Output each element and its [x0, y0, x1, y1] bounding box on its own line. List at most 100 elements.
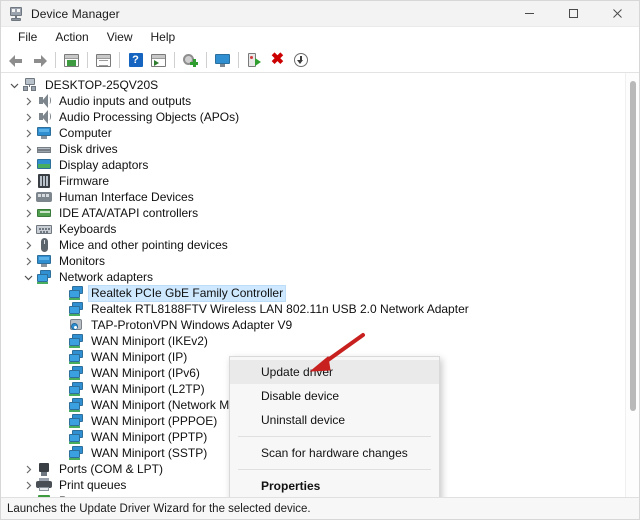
tree-item[interactable]: Monitors [1, 253, 625, 269]
close-button[interactable] [595, 1, 639, 27]
tree-item-label: TAP-ProtonVPN Windows Adapter V9 [91, 317, 293, 332]
tree-item[interactable]: Firmware [1, 173, 625, 189]
disable-down-arrow-icon [293, 53, 308, 67]
keyboard-icon [36, 222, 52, 236]
forward-button[interactable] [28, 49, 51, 71]
toolbar-separator [174, 52, 175, 68]
tree-item[interactable]: Mice and other pointing devices [1, 237, 625, 253]
tree-item[interactable]: TAP-ProtonVPN Windows Adapter V9 [1, 317, 625, 333]
enable-device-button[interactable] [243, 49, 266, 71]
chevron-right-icon[interactable] [21, 129, 36, 138]
tree-item[interactable]: Computer [1, 125, 625, 141]
disable-device-button[interactable] [289, 49, 312, 71]
menu-file[interactable]: File [9, 28, 46, 47]
tree-item[interactable]: IDE ATA/ATAPI controllers [1, 205, 625, 221]
maximize-button[interactable] [551, 1, 595, 27]
uninstall-x-icon: ✖ [270, 51, 285, 68]
chevron-right-icon[interactable] [21, 113, 36, 122]
chevron-right-icon[interactable] [21, 177, 36, 186]
minimize-button[interactable] [507, 1, 551, 27]
tree-item[interactable]: Network adapters [1, 269, 625, 285]
chevron-right-icon[interactable] [21, 145, 36, 154]
context-menu-item[interactable]: Uninstall device [230, 408, 439, 432]
back-button[interactable] [5, 49, 28, 71]
tree-item-label: WAN Miniport (IKEv2) [91, 333, 208, 348]
window-controls [507, 1, 639, 27]
tree-item[interactable]: Human Interface Devices [1, 189, 625, 205]
toolbar-separator [55, 52, 56, 68]
scan-for-hardware-changes-button[interactable] [211, 49, 234, 71]
vertical-scrollbar[interactable] [625, 73, 639, 497]
context-menu-separator [238, 469, 431, 470]
context-menu-item[interactable]: Update driver [230, 360, 439, 384]
toolbar-separator [119, 52, 120, 68]
tree-item[interactable]: Disk drives [1, 141, 625, 157]
scan-monitor-icon [215, 53, 230, 67]
tree-item-label: Audio inputs and outputs [59, 93, 192, 108]
chevron-right-icon[interactable] [21, 161, 36, 170]
chevron-right-icon[interactable] [21, 241, 36, 250]
tree-item-label: Human Interface Devices [59, 189, 194, 204]
network-adapter-icon [68, 414, 84, 428]
toolbar-separator [238, 52, 239, 68]
tree-item[interactable]: Realtek RTL8188FTV Wireless LAN 802.11n … [1, 301, 625, 317]
chevron-right-icon[interactable] [21, 497, 36, 498]
menu-view[interactable]: View [98, 28, 142, 47]
tree-item-selected[interactable]: Realtek PCIe GbE Family Controller [1, 284, 625, 302]
chevron-right-icon[interactable] [21, 225, 36, 234]
show-hide-console-tree-button[interactable] [60, 49, 83, 71]
tree-item-label: Ports (COM & LPT) [59, 461, 164, 476]
uninstall-device-button[interactable]: ✖ [266, 49, 289, 71]
context-menu-item[interactable]: Scan for hardware changes [230, 441, 439, 465]
network-adapter-icon [68, 334, 84, 348]
tree-item-label: WAN Miniport (PPPOE) [91, 413, 218, 428]
chevron-down-icon[interactable] [7, 81, 22, 90]
tree-item[interactable]: WAN Miniport (IKEv2) [1, 333, 625, 349]
content-area: DESKTOP-25QV20S Audio inputs and outputs A… [1, 73, 639, 497]
tree-item[interactable]: Audio Processing Objects (APOs) [1, 109, 625, 125]
tree-item-label: Mice and other pointing devices [59, 237, 228, 252]
context-menu-item[interactable]: Properties [230, 474, 439, 497]
tree-item[interactable]: DESKTOP-25QV20S [1, 77, 625, 93]
printer-icon [36, 478, 52, 492]
chevron-right-icon[interactable] [21, 193, 36, 202]
network-adapter-icon [36, 270, 52, 284]
tree-item[interactable]: Keyboards [1, 221, 625, 237]
tree-item-label: WAN Miniport (IP) [91, 349, 188, 364]
forward-arrow-icon [32, 54, 47, 67]
chevron-down-icon[interactable] [21, 273, 36, 282]
tree-item-label: Firmware [59, 173, 109, 188]
enable-device-icon [248, 53, 261, 67]
help-button[interactable]: ? [124, 49, 147, 71]
context-menu[interactable]: Update driver Disable device Uninstall dev… [229, 356, 440, 497]
tree-item-label: Disk drives [59, 141, 118, 156]
scrollbar-thumb[interactable] [630, 81, 636, 411]
mouse-icon [36, 238, 52, 252]
chevron-right-icon[interactable] [21, 481, 36, 490]
speaker-icon [36, 94, 52, 108]
tree-item-label: Realtek PCIe GbE Family Controller [87, 284, 287, 302]
window-title: Device Manager [31, 6, 120, 21]
properties-window-icon [96, 53, 111, 67]
device-manager-icon [8, 6, 24, 22]
context-menu-separator [238, 436, 431, 437]
speaker-icon [36, 110, 52, 124]
menu-help[interactable]: Help [142, 28, 185, 47]
tree-item[interactable]: Audio inputs and outputs [1, 93, 625, 109]
tree-item-label: IDE ATA/ATAPI controllers [59, 205, 199, 220]
network-adapter-icon [68, 302, 84, 316]
show-hide-action-pane-button[interactable] [147, 49, 170, 71]
computer-root-icon [22, 78, 38, 92]
network-adapter-icon [68, 350, 84, 364]
chevron-right-icon[interactable] [21, 257, 36, 266]
update-driver-button[interactable] [179, 49, 202, 71]
chevron-right-icon[interactable] [21, 209, 36, 218]
tree-item-label: Network adapters [59, 269, 154, 284]
chevron-right-icon[interactable] [21, 465, 36, 474]
context-menu-item[interactable]: Disable device [230, 384, 439, 408]
properties-button[interactable] [92, 49, 115, 71]
tree-item[interactable]: Display adaptors [1, 157, 625, 173]
chevron-right-icon[interactable] [21, 97, 36, 106]
menu-action[interactable]: Action [46, 28, 97, 47]
network-adapter-icon [68, 398, 84, 412]
